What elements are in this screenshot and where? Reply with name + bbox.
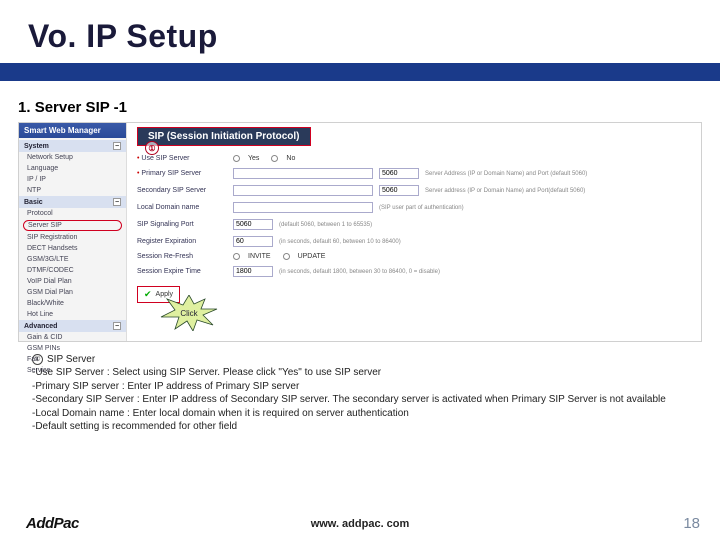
domain-input[interactable] bbox=[233, 202, 373, 213]
sidebar-item[interactable]: VoIP Dial Plan bbox=[19, 276, 126, 287]
click-callout: Click bbox=[159, 295, 219, 331]
sidebar: Smart Web Manager System− Network Setup … bbox=[19, 123, 127, 341]
sidebar-item[interactable]: DTMF/CODEC bbox=[19, 265, 126, 276]
sidebar-brand: Smart Web Manager bbox=[19, 123, 126, 138]
secondary-server-input[interactable] bbox=[233, 185, 373, 196]
note-line: -Use SIP Server : Select using SIP Serve… bbox=[32, 366, 698, 380]
panel-title-highlight: SIP (Session Initiation Protocol) bbox=[137, 127, 311, 146]
hint: (default 5060, between 1 to 65535) bbox=[279, 222, 372, 228]
hint: (in seconds, default 1800, between 30 to… bbox=[279, 269, 440, 275]
sidebar-section-basic[interactable]: Basic− bbox=[19, 196, 126, 208]
label-use-sip: Use SIP Server bbox=[137, 155, 227, 162]
radio-no[interactable] bbox=[271, 155, 278, 162]
note-line: -Local Domain name : Enter local domain … bbox=[32, 407, 698, 421]
hint: Server Address (IP or Domain Name) and P… bbox=[425, 171, 587, 177]
footer-url: www. addpac. com bbox=[0, 518, 720, 530]
minus-icon: − bbox=[113, 142, 121, 150]
panel-title: SIP (Session Initiation Protocol) bbox=[138, 128, 310, 145]
slide-title: Vo. IP Setup bbox=[28, 18, 720, 55]
sidebar-item[interactable]: Hot Line bbox=[19, 309, 126, 320]
sidebar-item-server-sip[interactable]: Server SIP bbox=[23, 220, 122, 231]
label-session: Session Re-Fresh bbox=[137, 253, 227, 260]
radio-invite[interactable] bbox=[233, 253, 240, 260]
accent-band bbox=[0, 63, 720, 81]
sidebar-item[interactable]: SIP Registration bbox=[19, 232, 126, 243]
sidebar-item[interactable]: Network Setup bbox=[19, 152, 126, 163]
sidebar-item[interactable]: IP / IP bbox=[19, 174, 126, 185]
check-icon: ✔ bbox=[144, 289, 152, 300]
sig-port-input[interactable] bbox=[233, 219, 273, 230]
hint: Server address (IP or Domain Name) and P… bbox=[425, 188, 585, 194]
sidebar-item[interactable]: GSM/3G/LTE bbox=[19, 254, 126, 265]
sidebar-item[interactable]: DECT Handsets bbox=[19, 243, 126, 254]
sidebar-section-advanced[interactable]: Advanced− bbox=[19, 320, 126, 332]
sidebar-item[interactable]: GSM PINs bbox=[19, 343, 126, 354]
minus-icon: − bbox=[113, 322, 121, 330]
expire-input[interactable] bbox=[233, 236, 273, 247]
label-primary: Primary SIP Server bbox=[137, 170, 227, 177]
label-expire: Register Expiration bbox=[137, 238, 227, 245]
hint: (in seconds, default 60, between 10 to 8… bbox=[279, 239, 401, 245]
sidebar-item[interactable]: Protocol bbox=[19, 208, 126, 219]
sidebar-item[interactable]: Service bbox=[19, 365, 126, 376]
primary-server-input[interactable] bbox=[233, 168, 373, 179]
sidebar-item[interactable]: Gain & CID bbox=[19, 332, 126, 343]
minus-icon: − bbox=[113, 198, 121, 206]
session-time-input[interactable] bbox=[233, 266, 273, 277]
section-heading: 1. Server SIP -1 bbox=[0, 81, 720, 122]
note-line: -Default setting is recommended for othe… bbox=[32, 420, 698, 434]
note-line: -Secondary SIP Server : Enter IP address… bbox=[32, 393, 698, 407]
sidebar-section-system[interactable]: System− bbox=[19, 140, 126, 152]
label-domain: Local Domain name bbox=[137, 204, 227, 211]
sidebar-item[interactable]: Black/White bbox=[19, 298, 126, 309]
secondary-port-input[interactable] bbox=[379, 185, 419, 196]
screenshot: Smart Web Manager System− Network Setup … bbox=[18, 122, 702, 342]
sidebar-item[interactable]: Language bbox=[19, 163, 126, 174]
radio-update[interactable] bbox=[283, 253, 290, 260]
primary-port-input[interactable] bbox=[379, 168, 419, 179]
sidebar-item[interactable]: Fax bbox=[19, 354, 126, 365]
hint: (SIP user part of authentication) bbox=[379, 205, 464, 211]
sidebar-item[interactable]: GSM Dial Plan bbox=[19, 287, 126, 298]
label-secondary: Secondary SIP Server bbox=[137, 187, 227, 194]
note-line: -Primary SIP server : Enter IP address o… bbox=[32, 380, 698, 394]
annotation-marker-1: ① bbox=[145, 141, 159, 155]
label-sig-port: SIP Signaling Port bbox=[137, 221, 227, 228]
page-number: 18 bbox=[683, 515, 700, 532]
sidebar-item[interactable]: NTP bbox=[19, 185, 126, 196]
label-session-time: Session Expire Time bbox=[137, 268, 227, 275]
radio-yes[interactable] bbox=[233, 155, 240, 162]
